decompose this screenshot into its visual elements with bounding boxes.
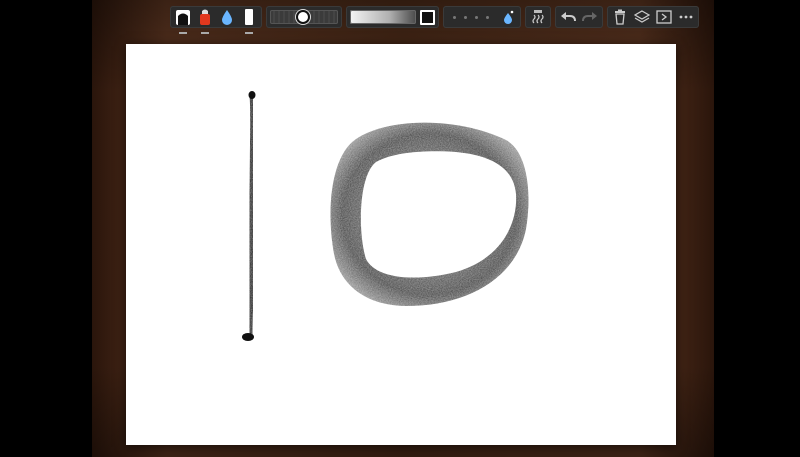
redo-button[interactable] bbox=[581, 6, 599, 28]
ink-tool-indicator bbox=[179, 32, 187, 34]
paper-icon bbox=[245, 9, 253, 25]
export-icon bbox=[656, 10, 672, 24]
circle-stroke bbox=[330, 122, 529, 306]
trash-button[interactable] bbox=[611, 6, 629, 28]
tool-group-dry bbox=[525, 6, 551, 28]
red-paint-icon bbox=[200, 9, 210, 25]
layers-button[interactable] bbox=[633, 6, 651, 28]
wet-brush-tool[interactable] bbox=[499, 6, 517, 28]
tool-group-wetness bbox=[443, 6, 521, 28]
brush-size-knob[interactable] bbox=[297, 12, 308, 22]
undo-button[interactable] bbox=[559, 6, 577, 28]
water-tool[interactable] bbox=[218, 6, 236, 28]
color-tool-indicator bbox=[201, 32, 209, 34]
toolbar bbox=[170, 4, 699, 34]
trash-icon bbox=[615, 9, 625, 25]
wet-brush-icon bbox=[504, 10, 514, 24]
color-tool[interactable] bbox=[196, 6, 214, 34]
layers-icon bbox=[634, 10, 650, 23]
undo-icon bbox=[561, 12, 576, 22]
wetness-dot[interactable] bbox=[475, 15, 478, 19]
redo-icon bbox=[582, 12, 597, 22]
export-button[interactable] bbox=[655, 6, 673, 28]
dry-tool[interactable] bbox=[529, 6, 547, 28]
more-button[interactable] bbox=[677, 6, 695, 28]
brush-size-slider[interactable] bbox=[270, 10, 338, 24]
tool-group-brushes bbox=[170, 6, 262, 34]
wetness-dots bbox=[447, 15, 495, 19]
drawing-canvas[interactable] bbox=[126, 44, 676, 445]
tool-group-actions bbox=[607, 6, 699, 28]
wetness-dot[interactable] bbox=[464, 15, 467, 19]
ink-pot-icon bbox=[176, 10, 190, 25]
current-color-swatch[interactable] bbox=[420, 9, 435, 25]
more-icon bbox=[679, 15, 693, 19]
dry-texture-icon bbox=[532, 10, 544, 24]
paper-tool-indicator bbox=[245, 32, 253, 34]
water-drop-icon bbox=[222, 10, 232, 25]
tool-group-opacity bbox=[346, 6, 439, 28]
tool-group-history bbox=[555, 6, 603, 28]
canvas-artwork bbox=[242, 91, 529, 341]
tool-group-size bbox=[266, 6, 342, 28]
paper-tool[interactable] bbox=[240, 6, 258, 34]
wetness-dot[interactable] bbox=[486, 15, 489, 19]
wetness-dot[interactable] bbox=[453, 15, 456, 19]
opacity-slider[interactable] bbox=[350, 10, 416, 24]
ink-tool[interactable] bbox=[174, 6, 192, 34]
vertical-line-stroke bbox=[242, 91, 256, 341]
